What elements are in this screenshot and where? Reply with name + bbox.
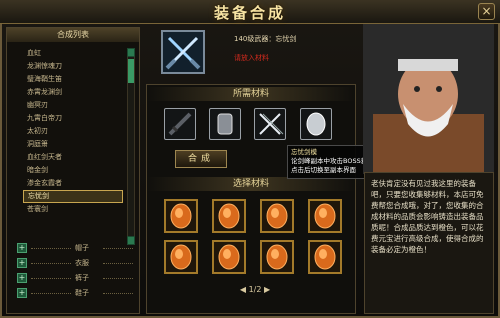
required-materials-title: 所需材料 bbox=[147, 87, 355, 101]
material-slot[interactable] bbox=[209, 108, 241, 140]
material-grid-slot[interactable] bbox=[260, 240, 294, 274]
expand-plus-icon[interactable]: + bbox=[17, 243, 27, 253]
orange-ore-icon bbox=[266, 244, 288, 270]
material-grid-slot[interactable] bbox=[308, 240, 342, 274]
list-item[interactable]: 太初刃 bbox=[23, 125, 123, 138]
armor-plate-icon bbox=[217, 113, 233, 135]
list-scrollbar[interactable] bbox=[127, 48, 135, 245]
material-grid-slot[interactable] bbox=[260, 199, 294, 233]
list-item[interactable]: 渗金玄霞者 bbox=[23, 177, 123, 190]
compose-button[interactable]: 合成 bbox=[175, 150, 227, 168]
target-item-slot[interactable] bbox=[161, 30, 205, 74]
prev-page-button[interactable]: ◀ bbox=[240, 285, 246, 294]
list-item[interactable]: 璧海鞘生笛 bbox=[23, 73, 123, 86]
orange-ore-icon bbox=[170, 244, 192, 270]
sword-mold-icon bbox=[259, 113, 284, 135]
list-header: 合成列表 bbox=[7, 28, 139, 42]
next-page-button[interactable]: ▶ bbox=[264, 285, 270, 294]
material-grid-slot[interactable] bbox=[212, 199, 246, 233]
material-slot[interactable] bbox=[254, 108, 286, 140]
orange-ore-icon bbox=[170, 203, 192, 229]
list-item[interactable]: 苍寰剑 bbox=[23, 203, 123, 216]
title-bar: 装备合成 bbox=[0, 0, 500, 24]
npc-dialog: 老伕肯定没有见过我这里的装备吧，只要您收集够材料，本店可免费帮您合成哦，对了，您… bbox=[364, 172, 494, 314]
scroll-up-button[interactable] bbox=[127, 48, 135, 57]
page-indicator: 1/2 bbox=[248, 285, 262, 294]
npc-portrait bbox=[363, 24, 494, 174]
orange-ore-icon bbox=[314, 203, 336, 229]
close-button[interactable]: × bbox=[478, 3, 495, 20]
list-item[interactable]: 九霄白帝刀 bbox=[23, 112, 123, 125]
category-label: 衣服 bbox=[75, 259, 89, 267]
list-item[interactable]: 血红剑天者 bbox=[23, 151, 123, 164]
compose-list: 血虹 龙渊惊魂刀 璧海鞘生笛 赤霄龙渊剑 幽冥刃 九霄白帝刀 太初刃 洞庭箫 血… bbox=[23, 47, 123, 216]
material-slot[interactable] bbox=[164, 108, 196, 140]
category-pants[interactable]: + 裤子 bbox=[17, 272, 135, 285]
orange-ore-icon bbox=[266, 203, 288, 229]
list-item[interactable]: 血虹 bbox=[23, 47, 123, 60]
category-label: 鞋子 bbox=[75, 289, 89, 297]
material-grid-slot[interactable] bbox=[164, 199, 198, 233]
crossed-swords-icon bbox=[163, 32, 203, 72]
scroll-thumb[interactable] bbox=[128, 59, 134, 83]
list-item[interactable]: 洞庭箫 bbox=[23, 138, 123, 151]
material-slot[interactable] bbox=[300, 108, 332, 140]
material-grid-slot[interactable] bbox=[308, 199, 342, 233]
material-grid-slot[interactable] bbox=[164, 240, 198, 274]
orange-ore-icon bbox=[218, 244, 240, 270]
list-item[interactable]: 暗金剑 bbox=[23, 164, 123, 177]
dark-blade-icon bbox=[168, 112, 192, 136]
expand-plus-icon[interactable]: + bbox=[17, 273, 27, 283]
material-panel: 所需材料 合成 选择材料 bbox=[146, 84, 356, 314]
silver-stone-icon bbox=[306, 112, 326, 136]
compose-list-panel: 合成列表 血虹 龙渊惊魂刀 璧海鞘生笛 赤霄龙渊剑 幽冥刃 九霄白帝刀 太初刃 … bbox=[6, 27, 140, 314]
expand-plus-icon[interactable]: + bbox=[17, 288, 27, 298]
list-item[interactable]: 赤霄龙渊剑 bbox=[23, 86, 123, 99]
pager: ◀ 1/2 ▶ bbox=[230, 285, 280, 294]
list-item[interactable]: 幽冥刃 bbox=[23, 99, 123, 112]
old-blacksmith-portrait bbox=[363, 24, 494, 174]
select-materials-title: 选择材料 bbox=[147, 177, 355, 191]
window-title: 装备合成 bbox=[213, 4, 286, 22]
category-label: 帽子 bbox=[75, 244, 89, 252]
expand-plus-icon[interactable]: + bbox=[17, 258, 27, 268]
target-item-name: 140级武器：忘忧剑 bbox=[234, 35, 297, 43]
list-item-selected[interactable]: 忘忧剑 bbox=[23, 190, 123, 203]
category-clothes[interactable]: + 衣服 bbox=[17, 257, 135, 270]
category-shoes[interactable]: + 鞋子 bbox=[17, 287, 135, 300]
list-item[interactable]: 龙渊惊魂刀 bbox=[23, 60, 123, 73]
category-label: 裤子 bbox=[75, 274, 89, 282]
orange-ore-icon bbox=[218, 203, 240, 229]
target-hint: 请放入材料 bbox=[234, 54, 269, 62]
orange-ore-icon bbox=[314, 244, 336, 270]
material-grid-slot[interactable] bbox=[212, 240, 246, 274]
category-hat[interactable]: + 帽子 bbox=[17, 242, 135, 255]
